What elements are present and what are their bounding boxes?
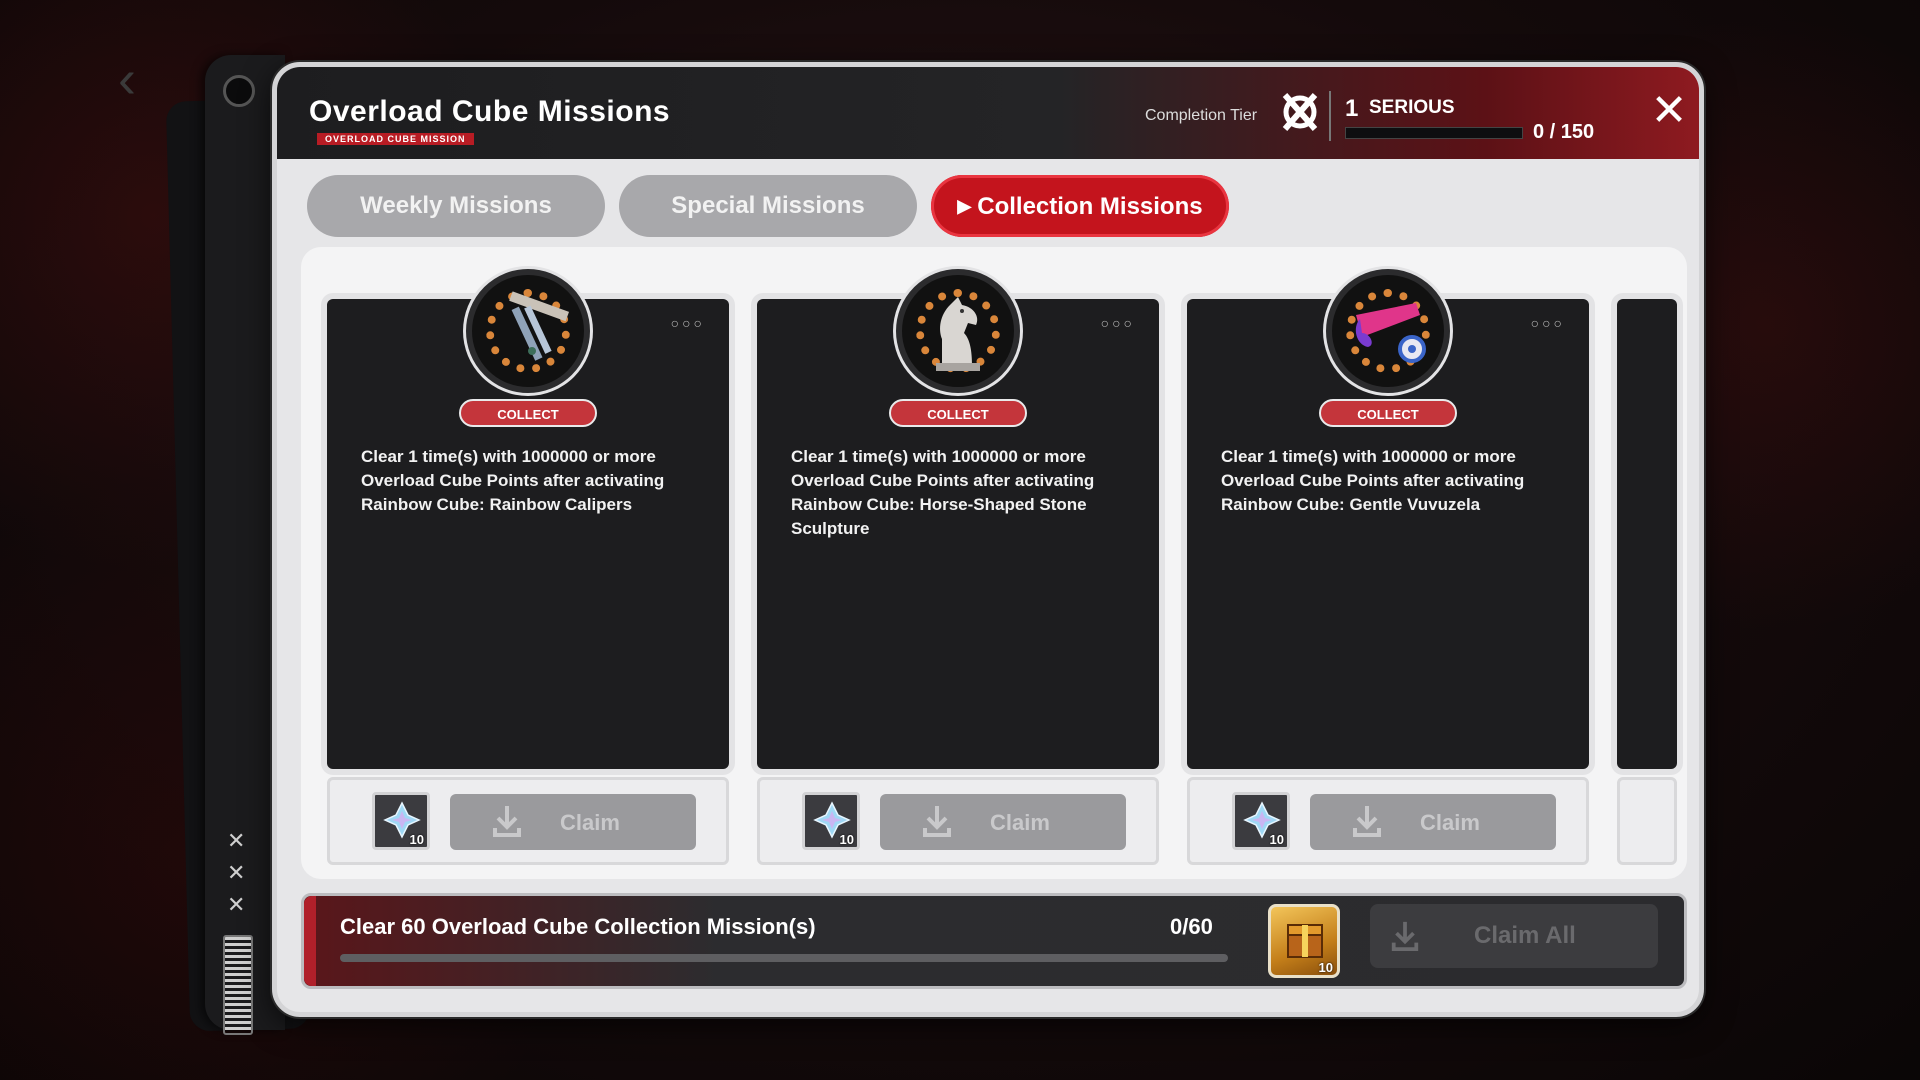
mission-description: Clear 1 time(s) with 1000000 or more Ove… [1221,447,1525,514]
collect-badge: COLLECT [889,399,1027,427]
claim-button[interactable]: Claim [1310,794,1556,850]
tier-emblem-icon [1277,89,1323,142]
mission-card-footer: 10 Claim [327,777,729,865]
back-arrow-icon: ‹ [118,49,136,109]
page-subtitle: OVERLOAD CUBE MISSION [317,133,474,145]
claim-label: Claim [560,810,620,835]
vuvuzela-icon [1355,303,1426,363]
download-icon [923,806,951,837]
tab-special-missions[interactable]: Special Missions [619,175,917,237]
reward-quantity: 10 [1269,832,1284,847]
tier-number: 1 [1345,95,1359,122]
tier-progress-bar [1345,127,1523,139]
star-icons: ✕ ✕ ✕ [227,828,246,917]
more-options-icon[interactable]: ○○○ [671,315,705,331]
goal-text: Clear 60 Overload Cube Collection Missio… [340,914,816,939]
horse-sculpture-icon [936,297,980,371]
mission-card-next[interactable] [1617,299,1677,769]
page-title: Overload Cube Missions [309,95,671,128]
mission-card: ○○○ COLLECT Clear 1 time(s) with 1000000… [757,269,1159,769]
more-options-icon[interactable]: ○○○ [1101,315,1135,331]
close-button[interactable]: ✕ [1647,89,1691,133]
goal-accent-stripe [304,896,316,986]
chest-quantity: 10 [1318,960,1333,975]
mission-medal [466,269,590,393]
mission-card: ○○○ COLLECT Clear 1 time(s) with 1000000… [327,269,729,769]
missions-panel: Overload Cube Missions OVERLOAD CUBE MIS… [272,62,1704,1017]
collect-badge: COLLECT [459,399,597,427]
mission-cards-area[interactable]: ○○○ COLLECT Clear 1 time(s) with 1000000… [301,247,1687,879]
goal-reward-chest[interactable]: 10 [1268,904,1340,978]
goal-count: 0/60 [1170,914,1213,939]
tab-label: Special Missions [671,192,865,219]
claim-button[interactable]: Claim [450,794,696,850]
mission-medal [896,269,1020,393]
mission-card-footer: 10 Claim [1187,777,1589,865]
tab-collection-missions[interactable]: ▶ Collection Missions [931,175,1229,237]
ring-hole-icon [223,75,255,107]
tab-label: Weekly Missions [360,192,552,219]
tab-weekly-missions[interactable]: Weekly Missions [307,175,605,237]
completion-tier-label: Completion Tier [1145,107,1258,124]
download-icon [1353,806,1381,837]
reward-item[interactable]: 10 [372,792,430,850]
download-icon [1391,921,1419,952]
reward-quantity: 10 [839,832,854,847]
mission-card-next-footer [1617,777,1677,865]
reward-item[interactable]: 10 [802,792,860,850]
reward-quantity: 10 [409,832,424,847]
collect-badge: COLLECT [1319,399,1457,427]
chest-icon [1287,924,1323,958]
more-options-icon[interactable]: ○○○ [1531,315,1565,331]
claim-button[interactable]: Claim [880,794,1126,850]
claim-label: Claim [990,810,1050,835]
barcode-icon [223,935,253,1035]
download-icon [493,806,521,837]
collection-goal-bar: Clear 60 Overload Cube Collection Missio… [301,893,1687,989]
tab-label: Collection Missions [977,193,1203,220]
mission-medal [1326,269,1450,393]
claim-all-button[interactable]: Claim All [1370,904,1658,968]
claim-label: Claim [1420,810,1480,835]
mission-description: Clear 1 time(s) with 1000000 or more Ove… [791,447,1095,538]
mission-card-footer: 10 Claim [757,777,1159,865]
mission-card: ○○○ COLLECT Clear 1 time(s) with 1000000… [1187,269,1589,769]
play-arrow-icon: ▶ [957,196,972,216]
claim-all-label: Claim All [1474,922,1576,949]
goal-progress-bar [340,954,1228,962]
tier-progress-text: 0 / 150 [1533,121,1595,143]
mission-description: Clear 1 time(s) with 1000000 or more Ove… [361,447,665,514]
panel-header: Overload Cube Missions OVERLOAD CUBE MIS… [277,67,1699,159]
tier-name: SERIOUS [1369,97,1455,118]
tier-divider [1329,91,1331,141]
calipers-icon [509,291,570,361]
reward-item[interactable]: 10 [1232,792,1290,850]
